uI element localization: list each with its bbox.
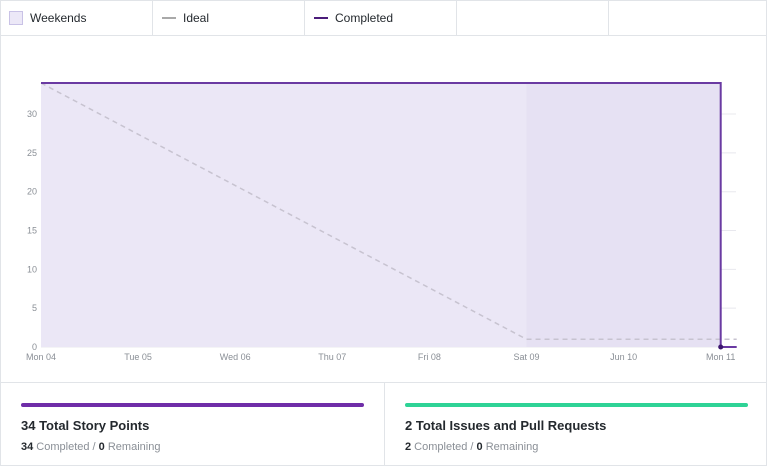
chart-legend: Weekends Ideal Completed <box>1 1 766 36</box>
weekend-band <box>526 83 721 347</box>
burndown-chart-svg: 0 5 10 15 20 25 30 Mon 04 Tue 05 Wed 06 Thu 07 Fri … <box>26 82 737 362</box>
y-tick-label: 20 <box>27 187 37 197</box>
legend-item-weekends[interactable]: Weekends <box>1 1 153 35</box>
legend-weekends-label: Weekends <box>30 11 87 25</box>
x-tick-label: Sat 09 <box>513 352 539 362</box>
story-points-title: 34 Total Story Points <box>21 418 150 433</box>
issues-title: 2 Total Issues and Pull Requests <box>405 418 607 433</box>
y-tick-label: 0 <box>32 342 37 352</box>
story-points-subtext: 34 Completed / 0 Remaining <box>21 441 364 453</box>
weekends-swatch-icon <box>9 11 23 25</box>
x-tick-label: Tue 05 <box>124 352 152 362</box>
story-points-progress-bar <box>21 403 364 407</box>
issues-subtext: 2 Completed / 0 Remaining <box>405 441 747 453</box>
ideal-line-swatch-icon <box>162 17 176 19</box>
x-tick-label: Jun 10 <box>610 352 637 362</box>
story-completed-label: Completed / <box>33 441 99 453</box>
legend-ideal-label: Ideal <box>183 11 210 25</box>
y-tick-label: 30 <box>27 109 37 119</box>
y-tick-label: 5 <box>32 303 37 313</box>
legend-item-completed[interactable]: Completed <box>305 1 457 35</box>
x-tick-label: Mon 04 <box>26 352 56 362</box>
x-tick-label: Fri 08 <box>418 352 441 362</box>
issues-stat: 2 Total Issues and Pull Requests 2 Compl… <box>384 383 767 466</box>
legend-completed-label: Completed <box>335 11 394 25</box>
story-completed-value: 34 <box>21 441 34 453</box>
x-tick-label: Mon 11 <box>706 352 735 362</box>
x-tick-label: Thu 07 <box>318 352 346 362</box>
y-tick-label: 15 <box>27 226 37 236</box>
burndown-chart: 0 5 10 15 20 25 30 Mon 04 Tue 05 Wed 06 Thu 07 Fri … <box>1 36 766 382</box>
completed-end-point <box>718 344 724 350</box>
legend-spacer <box>457 1 609 35</box>
issues-remaining-label: Remaining <box>482 441 539 453</box>
story-points-stat: 34 Total Story Points 34 Completed / 0 R… <box>1 383 384 466</box>
legend-item-ideal[interactable]: Ideal <box>153 1 305 35</box>
x-tick-label: Wed 06 <box>220 352 251 362</box>
summary-stats: 34 Total Story Points 34 Completed / 0 R… <box>1 382 766 466</box>
completed-line-swatch-icon <box>314 17 328 19</box>
issues-completed-label: Completed / <box>411 441 477 453</box>
issues-progress-bar <box>405 403 748 407</box>
y-tick-label: 25 <box>27 148 37 158</box>
burndown-panel: Weekends Ideal Completed 0 5 10 15 20 25 30 Mon… <box>0 0 767 466</box>
story-remaining-label: Remaining <box>104 441 161 453</box>
y-tick-label: 10 <box>27 264 37 274</box>
